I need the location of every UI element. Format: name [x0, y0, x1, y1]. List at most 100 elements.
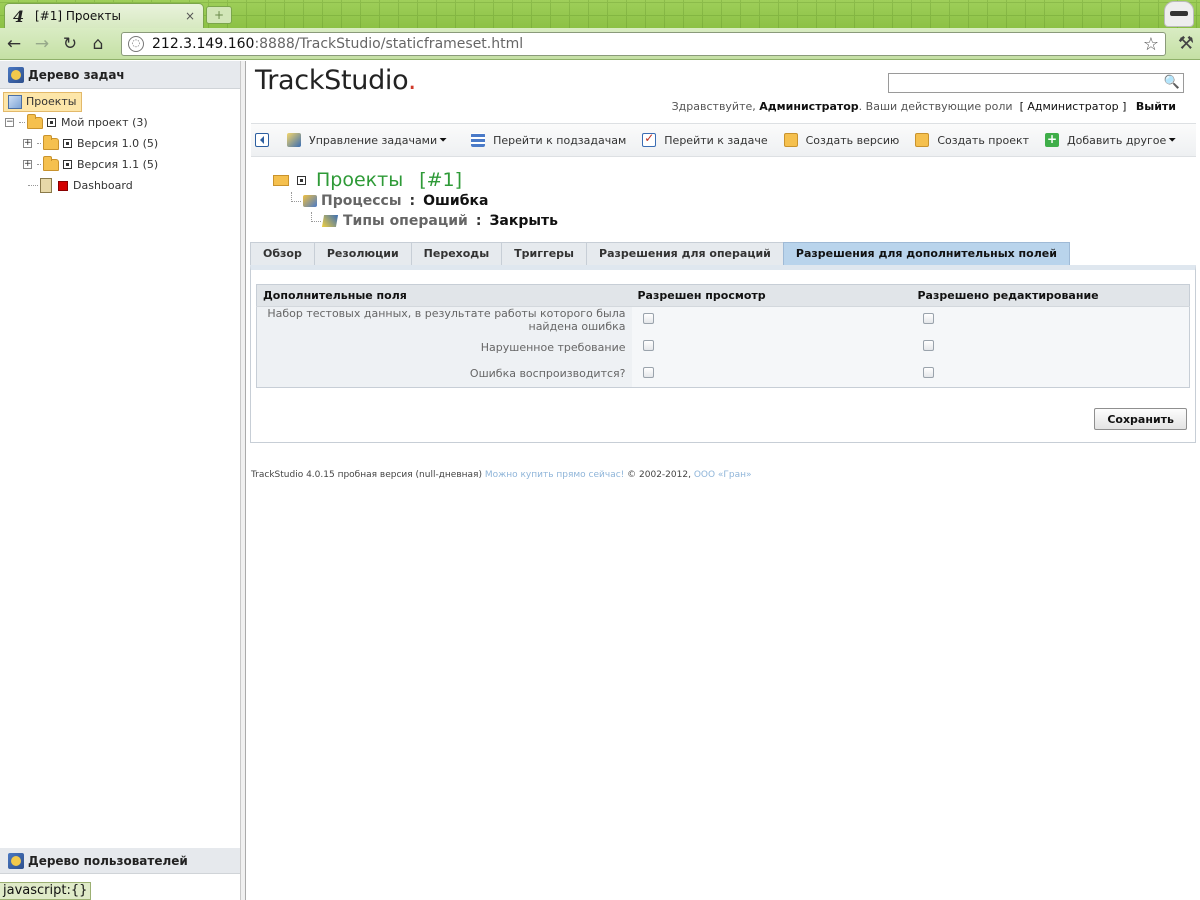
tree-node-projects[interactable]: Проекты — [3, 91, 240, 112]
field-name: Ошибка воспроизводится? — [256, 360, 632, 388]
collapse-panel-icon — [255, 133, 269, 147]
wrench-menu-icon[interactable]: ⚒ — [1178, 33, 1194, 54]
breadcrumb-label[interactable]: Процессы — [321, 193, 402, 209]
page-title[interactable]: Проекты — [316, 169, 403, 191]
tab-field-permissions[interactable]: Разрешения для дополнительных полей — [782, 242, 1070, 266]
column-header-view: Разрешен просмотр — [631, 284, 912, 307]
role-open: [ — [1019, 100, 1024, 113]
goto-task-button[interactable]: Перейти к задаче — [642, 131, 768, 147]
breadcrumb-project: Проекты [#1] — [273, 169, 558, 191]
breadcrumb-label[interactable]: Типы операций — [343, 213, 468, 229]
user-tree-header[interactable]: Дерево пользователей — [0, 848, 240, 874]
edit-checkbox[interactable] — [922, 313, 934, 325]
tab-panel: Дополнительные поля Разрешен просмотр Ра… — [250, 265, 1196, 443]
main-frame: TrackStudio. 🔍 Здравствуйте, Администрат… — [247, 61, 1200, 900]
column-header-edit: Разрешено редактирование — [911, 284, 1190, 307]
project-icon — [297, 175, 306, 185]
frame-splitter[interactable] — [241, 61, 246, 900]
action-label: Добавить другое — [1067, 133, 1167, 147]
tree-node-dashboard[interactable]: Dashboard — [26, 175, 240, 196]
tree-node-version-1-1[interactable]: + Версия 1.1 (5) — [23, 154, 240, 175]
add-other-menu[interactable]: + Добавить другое ⏷ — [1045, 133, 1176, 147]
breadcrumb-value[interactable]: Ошибка — [423, 193, 488, 209]
goto-subtasks-button[interactable]: Перейти к подзадачам — [471, 133, 626, 147]
home-button[interactable]: ⌂ — [84, 34, 112, 54]
tab-overview[interactable]: Обзор — [250, 242, 314, 266]
table-header-row: Дополнительные поля Разрешен просмотр Ра… — [256, 284, 1190, 307]
back-button[interactable]: ← — [0, 34, 28, 54]
tree-line — [28, 185, 38, 186]
bookmark-star-icon[interactable]: ☆ — [1143, 34, 1159, 55]
table-row: Ошибка воспроизводится? — [256, 360, 1190, 388]
action-label: Создать проект — [937, 133, 1030, 147]
tab-resolutions[interactable]: Резолюции — [313, 242, 411, 266]
view-cell — [631, 306, 912, 334]
address-bar[interactable]: ◌ 212.3.149.160 :8888/TrackStudio/static… — [121, 32, 1166, 56]
add-plus-icon: + — [1045, 132, 1060, 147]
search-input[interactable] — [889, 74, 1159, 92]
tree-node-label: Проекты — [26, 95, 77, 108]
new-tab-button[interactable]: + — [206, 6, 232, 24]
reload-button[interactable]: ↻ — [56, 34, 84, 54]
field-name: Нарушенное требование — [256, 333, 632, 361]
view-cell — [631, 360, 912, 388]
save-button[interactable]: Сохранить — [1094, 408, 1187, 430]
browser-toolbar: ← → ↻ ⌂ ◌ 212.3.149.160 :8888/TrackStudi… — [0, 28, 1200, 60]
browser-tab[interactable]: 4 [#1] Проекты × — [4, 3, 204, 28]
tree-node-version-1-0[interactable]: + Версия 1.0 (5) — [23, 133, 240, 154]
tab-transitions[interactable]: Переходы — [410, 242, 502, 266]
view-checkbox[interactable] — [642, 340, 654, 351]
company-link[interactable]: ООО «Гран» — [694, 470, 752, 480]
edit-checkbox[interactable] — [922, 366, 934, 378]
logo-text: TrackStudio — [255, 65, 408, 96]
manage-tasks-menu[interactable]: Управление задачами ⏷ — [287, 133, 447, 147]
tree-node-label: Мой проект (3) — [61, 116, 148, 129]
buy-link[interactable]: Можно купить прямо сейчас! — [485, 470, 624, 480]
page-info-icon[interactable]: ◌ — [128, 36, 144, 52]
breadcrumb-operation-type: Типы операций : Закрыть — [311, 211, 558, 231]
tree-line — [37, 143, 41, 144]
tab-triggers[interactable]: Триггеры — [501, 242, 587, 266]
dropdown-caret-icon: ⏷ — [439, 134, 448, 146]
forward-button[interactable]: → — [28, 34, 56, 54]
collapse-icon[interactable]: − — [5, 118, 14, 127]
dropdown-caret-icon: ⏷ — [1168, 134, 1177, 146]
view-checkbox[interactable] — [642, 313, 654, 325]
tree-node-my-project[interactable]: − Мой проект (3) — [5, 112, 240, 133]
tree-line — [37, 164, 41, 165]
folder-icon — [915, 133, 930, 147]
task-tree-header[interactable]: Дерево задач — [0, 61, 240, 89]
expand-icon[interactable]: + — [23, 160, 32, 169]
field-name: Набор тестовых данных, в результате рабо… — [256, 306, 632, 334]
user-name[interactable]: Администратор — [759, 100, 858, 113]
roles-text: . Ваши действующие роли — [858, 100, 1013, 113]
folder-icon — [43, 155, 59, 171]
table-row: Набор тестовых данных, в результате рабо… — [256, 306, 1190, 334]
search-icon[interactable]: 🔍 — [1164, 75, 1180, 90]
task-tree-icon — [8, 66, 24, 83]
version-icon — [63, 139, 72, 148]
edit-checkbox[interactable] — [922, 340, 934, 351]
footer-copyright: © 2002-2012, — [627, 470, 691, 480]
close-tab-icon[interactable]: × — [185, 9, 195, 23]
breadcrumb-value[interactable]: Закрыть — [489, 213, 558, 229]
role-name[interactable]: Администратор — [1027, 100, 1118, 113]
logout-link[interactable]: Выйти — [1136, 100, 1176, 113]
greeting-line: Здравствуйте, Администратор. Ваши действ… — [672, 100, 1176, 113]
folder-icon — [43, 134, 59, 150]
folder-icon — [783, 133, 798, 147]
view-checkbox[interactable] — [642, 366, 654, 378]
search-box[interactable]: 🔍 — [888, 73, 1184, 93]
expand-icon[interactable]: + — [23, 139, 32, 148]
browser-tabstrip: 4 [#1] Проекты × + — [0, 0, 1200, 28]
project-icon — [47, 118, 56, 127]
create-version-button[interactable]: Создать версию — [783, 133, 899, 147]
tree-line — [19, 122, 25, 123]
version-icon — [63, 160, 72, 169]
dashboard-status-icon — [58, 180, 68, 191]
tab-operation-permissions[interactable]: Разрешения для операций — [586, 242, 783, 266]
collapse-tree-button[interactable] — [255, 133, 277, 147]
incognito-icon — [1164, 1, 1194, 27]
create-project-button[interactable]: Создать проект — [915, 133, 1029, 147]
trackstudio-logo[interactable]: TrackStudio. — [255, 65, 416, 96]
